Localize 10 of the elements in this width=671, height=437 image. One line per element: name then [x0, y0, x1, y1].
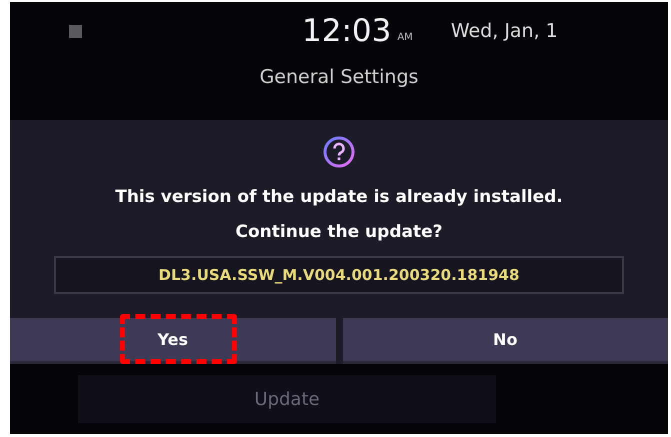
dialog-button[interactable]: No: [342, 318, 668, 364]
version-field: DL3.USA.SSW_M.V004.001.200320.181948: [54, 256, 624, 294]
dialog-message: Continue the update?: [234, 221, 444, 244]
screen-title: General Settings: [258, 66, 420, 88]
date-text: Wed, Jan, 1: [450, 20, 558, 42]
dialog-message: This version of the update is already installed.: [115, 186, 563, 209]
dialog-button[interactable]: Yes: [10, 318, 336, 364]
clock-time: 12:03: [302, 13, 392, 49]
clock-meridiem: AM: [397, 32, 413, 42]
question-icon: [323, 136, 355, 168]
